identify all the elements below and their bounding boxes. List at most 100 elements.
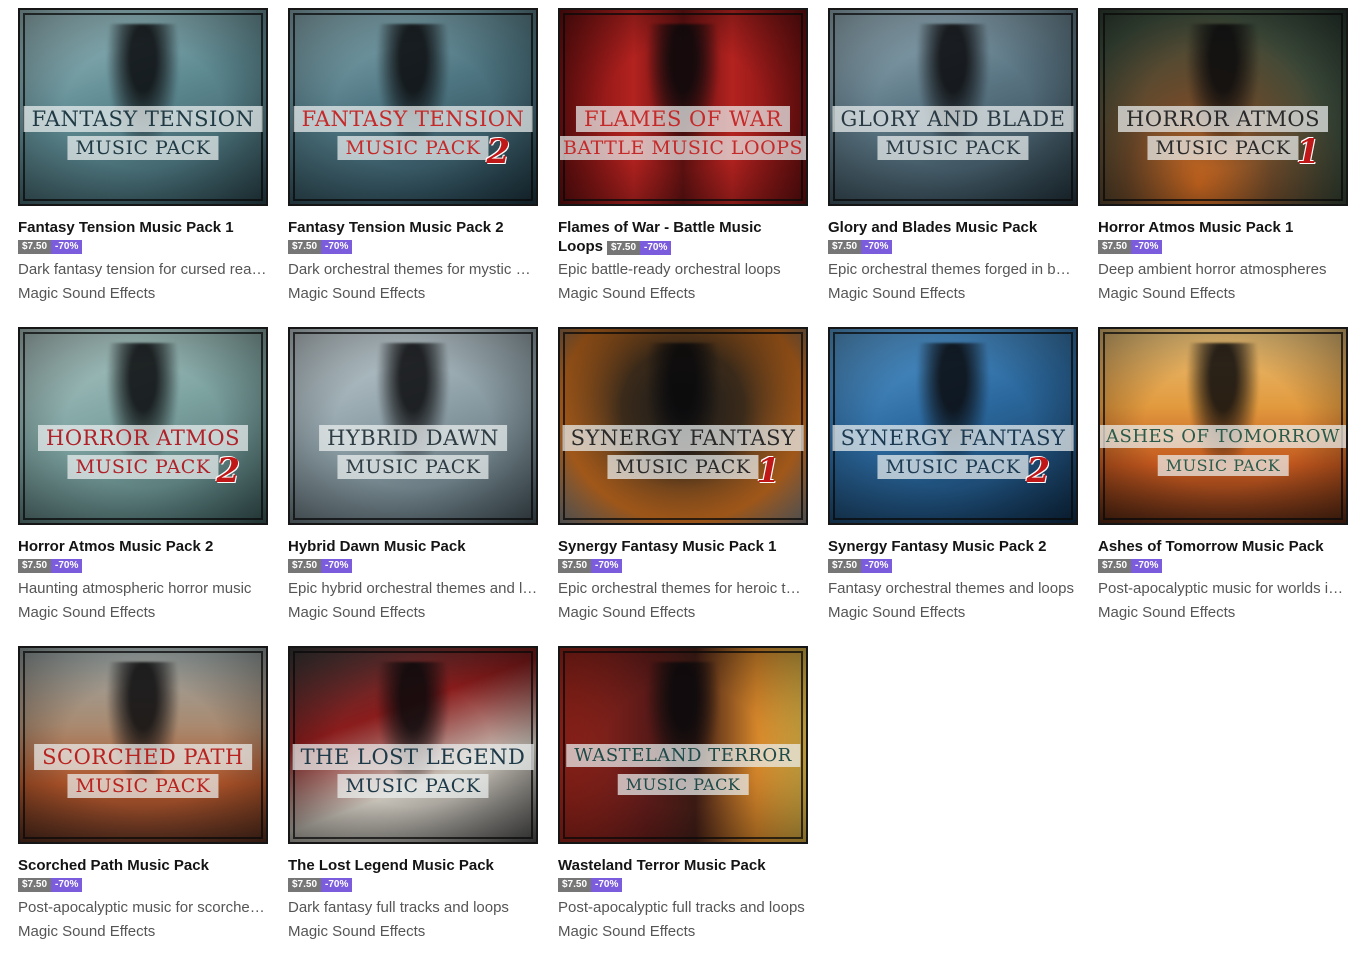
product-title-block[interactable]: Synergy Fantasy Music Pack 2 [828, 537, 1078, 556]
cover-title-line1: HYBRID DAWN [319, 425, 507, 451]
product-title-block[interactable]: Fantasy Tension Music Pack 1 [18, 218, 268, 237]
product-cover-image[interactable]: HORROR ATMOS MUSIC PACK 1 [1098, 8, 1348, 206]
product-description: Epic battle-ready orchestral loops [558, 261, 781, 278]
product-author-link[interactable]: Magic Sound Effects [1098, 603, 1235, 623]
product-card[interactable]: THE LOST LEGEND MUSIC PACK The Lost Lege… [288, 646, 540, 946]
cover-title-plate: SYNERGY FANTASY MUSIC PACK 2 [832, 421, 1074, 491]
cover-title-line1: FANTASY TENSION [23, 106, 263, 132]
product-cover-image[interactable]: ASHES OF TOMORROW MUSIC PACK [1098, 327, 1348, 525]
discount-badge: -70% [591, 559, 623, 573]
product-card[interactable]: FANTASY TENSION MUSIC PACK Fantasy Tensi… [18, 8, 270, 308]
product-cover-image[interactable]: SYNERGY FANTASY MUSIC PACK 1 [558, 327, 808, 525]
product-card[interactable]: WASTELAND TERROR MUSIC PACK Wasteland Te… [558, 646, 810, 946]
product-author-link[interactable]: Magic Sound Effects [558, 284, 695, 304]
product-title-block[interactable]: Scorched Path Music Pack [18, 856, 268, 875]
product-author-link[interactable]: Magic Sound Effects [18, 603, 155, 623]
product-title-block[interactable]: Synergy Fantasy Music Pack 1 [558, 537, 808, 556]
product-card[interactable]: SYNERGY FANTASY MUSIC PACK 2 Synergy Fan… [828, 327, 1080, 627]
product-author-link[interactable]: Magic Sound Effects [558, 603, 695, 623]
discount-badge: -70% [321, 559, 353, 573]
cover-title-plate: HORROR ATMOS MUSIC PACK 1 [1118, 102, 1328, 172]
product-title[interactable]: Ashes of Tomorrow Music Pack [1098, 538, 1324, 555]
product-author-link[interactable]: Magic Sound Effects [558, 922, 695, 942]
product-title-block[interactable]: Fantasy Tension Music Pack 2 [288, 218, 538, 237]
product-title[interactable]: Synergy Fantasy Music Pack 1 [558, 538, 776, 555]
product-card[interactable]: ASHES OF TOMORROW MUSIC PACK Ashes of To… [1098, 327, 1350, 627]
product-title[interactable]: Fantasy Tension Music Pack 1 [18, 219, 234, 236]
discount-badge: -70% [51, 240, 83, 254]
discount-badge: -70% [591, 878, 623, 892]
product-cover-image[interactable]: HORROR ATMOS MUSIC PACK 2 [18, 327, 268, 525]
product-card[interactable]: HYBRID DAWN MUSIC PACK Hybrid Dawn Music… [288, 327, 540, 627]
product-title[interactable]: Synergy Fantasy Music Pack 2 [828, 538, 1046, 555]
product-cover-image[interactable]: SCORCHED PATH MUSIC PACK [18, 646, 268, 844]
product-card[interactable]: HORROR ATMOS MUSIC PACK 2 Horror Atmos M… [18, 327, 270, 627]
product-title[interactable]: The Lost Legend Music Pack [288, 857, 494, 874]
product-description: Deep ambient horror atmospheres [1098, 261, 1327, 278]
product-card[interactable]: FANTASY TENSION MUSIC PACK 2 Fantasy Ten… [288, 8, 540, 308]
cover-number: 2 [486, 132, 510, 172]
product-title-block[interactable]: Horror Atmos Music Pack 1 [1098, 218, 1348, 237]
cover-number: 1 [756, 451, 780, 491]
product-cover-image[interactable]: HYBRID DAWN MUSIC PACK [288, 327, 538, 525]
cover-title-plate: FLAMES OF WAR BATTLE MUSIC LOOPS [560, 102, 806, 166]
product-title[interactable]: Horror Atmos Music Pack 2 [18, 538, 213, 555]
product-cover-image[interactable]: FLAMES OF WAR BATTLE MUSIC LOOPS [558, 8, 808, 206]
product-title[interactable]: Wasteland Terror Music Pack [558, 857, 766, 874]
cover-title-line1: FANTASY TENSION [293, 106, 533, 132]
price-label: $7.50 [558, 559, 592, 573]
discount-badge: -70% [51, 878, 83, 892]
product-title-block[interactable]: Flames of War - Battle Music Loops $7.50-… [558, 218, 808, 256]
product-author-link[interactable]: Magic Sound Effects [18, 284, 155, 304]
price-label: $7.50 [607, 241, 641, 255]
product-author-link[interactable]: Magic Sound Effects [828, 603, 965, 623]
price-label: $7.50 [1098, 240, 1132, 254]
cover-title-plate: FANTASY TENSION MUSIC PACK 2 [293, 102, 533, 172]
product-title-block[interactable]: Hybrid Dawn Music Pack [288, 537, 538, 556]
product-title[interactable]: Hybrid Dawn Music Pack [288, 538, 466, 555]
product-title[interactable]: Fantasy Tension Music Pack 2 [288, 219, 504, 236]
product-title[interactable]: Scorched Path Music Pack [18, 857, 209, 874]
product-author-link[interactable]: Magic Sound Effects [288, 603, 425, 623]
price-badge: $7.50 -70% [18, 878, 83, 892]
cover-title-line1: WASTELAND TERROR [566, 744, 800, 767]
cover-number: 2 [1026, 451, 1050, 491]
price-badge: $7.50 -70% [288, 559, 353, 573]
product-title-block[interactable]: Ashes of Tomorrow Music Pack [1098, 537, 1348, 556]
product-cover-image[interactable]: THE LOST LEGEND MUSIC PACK [288, 646, 538, 844]
cover-title-line2: BATTLE MUSIC LOOPS [560, 136, 806, 160]
product-card[interactable]: HORROR ATMOS MUSIC PACK 1 Horror Atmos M… [1098, 8, 1350, 308]
product-title-block[interactable]: Glory and Blades Music Pack [828, 218, 1078, 237]
cover-title-plate: HORROR ATMOS MUSIC PACK 2 [38, 421, 248, 491]
product-card[interactable]: FLAMES OF WAR BATTLE MUSIC LOOPS Flames … [558, 8, 810, 308]
cover-title-plate: THE LOST LEGEND MUSIC PACK [292, 740, 534, 804]
product-cover-image[interactable]: WASTELAND TERROR MUSIC PACK [558, 646, 808, 844]
cover-title-plate: FANTASY TENSION MUSIC PACK [23, 102, 263, 166]
product-title[interactable]: Glory and Blades Music Pack [828, 219, 1037, 236]
product-title[interactable]: Horror Atmos Music Pack 1 [1098, 219, 1293, 236]
product-author-link[interactable]: Magic Sound Effects [1098, 284, 1235, 304]
price-label: $7.50 [288, 559, 322, 573]
product-title-block[interactable]: Horror Atmos Music Pack 2 [18, 537, 268, 556]
product-cover-image[interactable]: FANTASY TENSION MUSIC PACK [18, 8, 268, 206]
product-card[interactable]: SYNERGY FANTASY MUSIC PACK 1 Synergy Fan… [558, 327, 810, 627]
discount-badge: -70% [51, 559, 83, 573]
product-cover-image[interactable]: GLORY AND BLADE MUSIC PACK [828, 8, 1078, 206]
product-author-link[interactable]: Magic Sound Effects [18, 922, 155, 942]
product-author-link[interactable]: Magic Sound Effects [828, 284, 965, 304]
product-title-block[interactable]: The Lost Legend Music Pack [288, 856, 538, 875]
cover-number: 2 [216, 451, 240, 491]
product-title-block[interactable]: Wasteland Terror Music Pack [558, 856, 808, 875]
product-author-link[interactable]: Magic Sound Effects [288, 284, 425, 304]
price-label: $7.50 [18, 878, 52, 892]
cover-title-line2: MUSIC PACK [337, 136, 489, 160]
product-author-link[interactable]: Magic Sound Effects [288, 922, 425, 942]
discount-badge: -70% [321, 878, 353, 892]
product-card[interactable]: GLORY AND BLADE MUSIC PACK Glory and Bla… [828, 8, 1080, 308]
cover-title-line2: MUSIC PACK [67, 136, 219, 160]
product-cover-image[interactable]: FANTASY TENSION MUSIC PACK 2 [288, 8, 538, 206]
product-card[interactable]: SCORCHED PATH MUSIC PACK Scorched Path M… [18, 646, 270, 946]
product-cover-image[interactable]: SYNERGY FANTASY MUSIC PACK 2 [828, 327, 1078, 525]
cover-title-plate: WASTELAND TERROR MUSIC PACK [566, 740, 800, 804]
cover-title-plate: ASHES OF TOMORROW MUSIC PACK [1100, 421, 1346, 485]
